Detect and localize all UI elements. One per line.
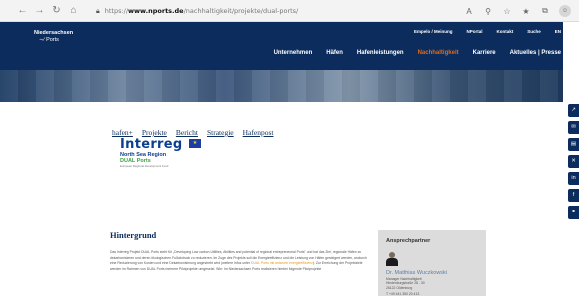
subnav-strategie[interactable]: Strategie (207, 128, 234, 137)
mail-icon[interactable]: ✉ (568, 121, 579, 134)
read-aloud-icon[interactable]: A (464, 7, 474, 16)
facebook-icon[interactable]: f (568, 189, 579, 202)
sub-navigation: hafen+ Projekte Bericht Strategie Hafenp… (112, 128, 273, 137)
collections-icon[interactable]: ⧉ (540, 6, 550, 16)
top-link-kontakt[interactable]: Kontakt (496, 29, 513, 34)
back-icon[interactable]: ← (16, 4, 29, 17)
contact-card: Ansprechpartner Dr. Matthias Wuczkowski … (378, 230, 486, 296)
home-icon[interactable]: ⌂ (67, 4, 80, 17)
url-path: /nachhaltigkeit/projekte/dual-ports/ (183, 7, 299, 15)
logo-line1: Niedersachsen (34, 30, 74, 36)
subnav-projekte[interactable]: Projekte (142, 128, 167, 137)
hero-image (0, 70, 563, 102)
url-prefix: https:// (104, 7, 129, 15)
photo-body (386, 258, 398, 266)
nav-aktuelles-presse[interactable]: Aktuelles | Presse (510, 50, 561, 56)
lock-icon[interactable]: 🔒︎ (96, 7, 100, 16)
top-link-language[interactable]: EN (555, 29, 561, 34)
subnav-hafenpost[interactable]: Hafenpost (243, 128, 274, 137)
copy-link-icon[interactable]: ⚭ (568, 206, 579, 219)
nav-karriere[interactable]: Karriere (473, 50, 496, 56)
logo-line2: ∼∕ Ports (39, 37, 59, 43)
share-icon[interactable]: ↗ (568, 104, 579, 117)
eu-flag-icon: ★ (189, 139, 201, 148)
contact-city: 26122 Oldenburg (386, 285, 413, 290)
favorites-bar-icon[interactable]: ★ (521, 7, 531, 16)
print-icon[interactable]: ▤ (568, 138, 579, 151)
contact-title: Ansprechpartner (386, 238, 431, 244)
top-link-feedback[interactable]: Empelo / Meinung (414, 29, 453, 34)
section-heading: Hintergrund (110, 230, 157, 240)
paragraph-link[interactable]: DUAL Ports mit antworte energieeffizienz (251, 261, 313, 265)
nav-nachhaltigkeit[interactable]: Nachhaltigkeit (418, 50, 459, 56)
contact-address: Manager Nachhaltigkeit Hindenburgstraße … (386, 277, 425, 290)
interreg-logo: Interreg ★ North Sea Region DUAL Ports E… (120, 138, 210, 178)
url-domain: www.nports.de (128, 7, 184, 15)
top-link-suche[interactable]: Suche (527, 29, 541, 34)
nports-logo[interactable]: Niedersachsen ∼∕ Ports (34, 30, 73, 44)
nav-hafenleistungen[interactable]: Hafenleistungen (357, 50, 404, 56)
hero-banner (0, 70, 563, 102)
contact-phone[interactable]: T +49 441 350 20 413 (386, 292, 419, 296)
intro-paragraph: Das Interreg Projekt DUAL Ports steht fü… (110, 250, 372, 272)
browser-toolbar: ← → ↻ ⌂ 🔒︎ https:// www.nports.de /nachh… (0, 0, 579, 22)
zoom-icon[interactable]: ⚲ (483, 7, 493, 16)
nav-haefen[interactable]: Häfen (326, 50, 343, 56)
top-links: Empelo / Meinung NPortal Kontakt Suche E… (414, 29, 561, 34)
address-bar[interactable]: 🔒︎ https:// www.nports.de /nachhaltigkei… (96, 4, 441, 18)
contact-name: Dr. Matthias Wuczkowski (386, 270, 448, 276)
reload-icon[interactable]: ↻ (50, 4, 63, 17)
profile-icon[interactable]: ☺ (559, 5, 571, 17)
subnav-hafen-plus[interactable]: hafen+ (112, 128, 133, 137)
browser-tools: A ⚲ ☆ ★ ⧉ ☺ (464, 4, 571, 18)
forward-icon[interactable]: → (33, 4, 46, 17)
linkedin-icon[interactable]: in (568, 172, 579, 185)
top-link-nportal[interactable]: NPortal (466, 29, 482, 34)
main-nav: Unternehmen Häfen Hafenleistungen Nachha… (274, 50, 561, 56)
subnav-bericht[interactable]: Bericht (176, 128, 198, 137)
share-rail: ↗ ✉ ▤ ✕ in f ⚭ (568, 104, 579, 219)
site-header: Niedersachsen ∼∕ Ports Empelo / Meinung … (0, 22, 563, 70)
favorite-icon[interactable]: ☆ (502, 7, 512, 16)
contact-photo (386, 252, 398, 266)
interreg-tagline: European Regional Development Fund (120, 164, 169, 168)
xing-icon[interactable]: ✕ (568, 155, 579, 168)
nav-unternehmen[interactable]: Unternehmen (274, 50, 313, 56)
